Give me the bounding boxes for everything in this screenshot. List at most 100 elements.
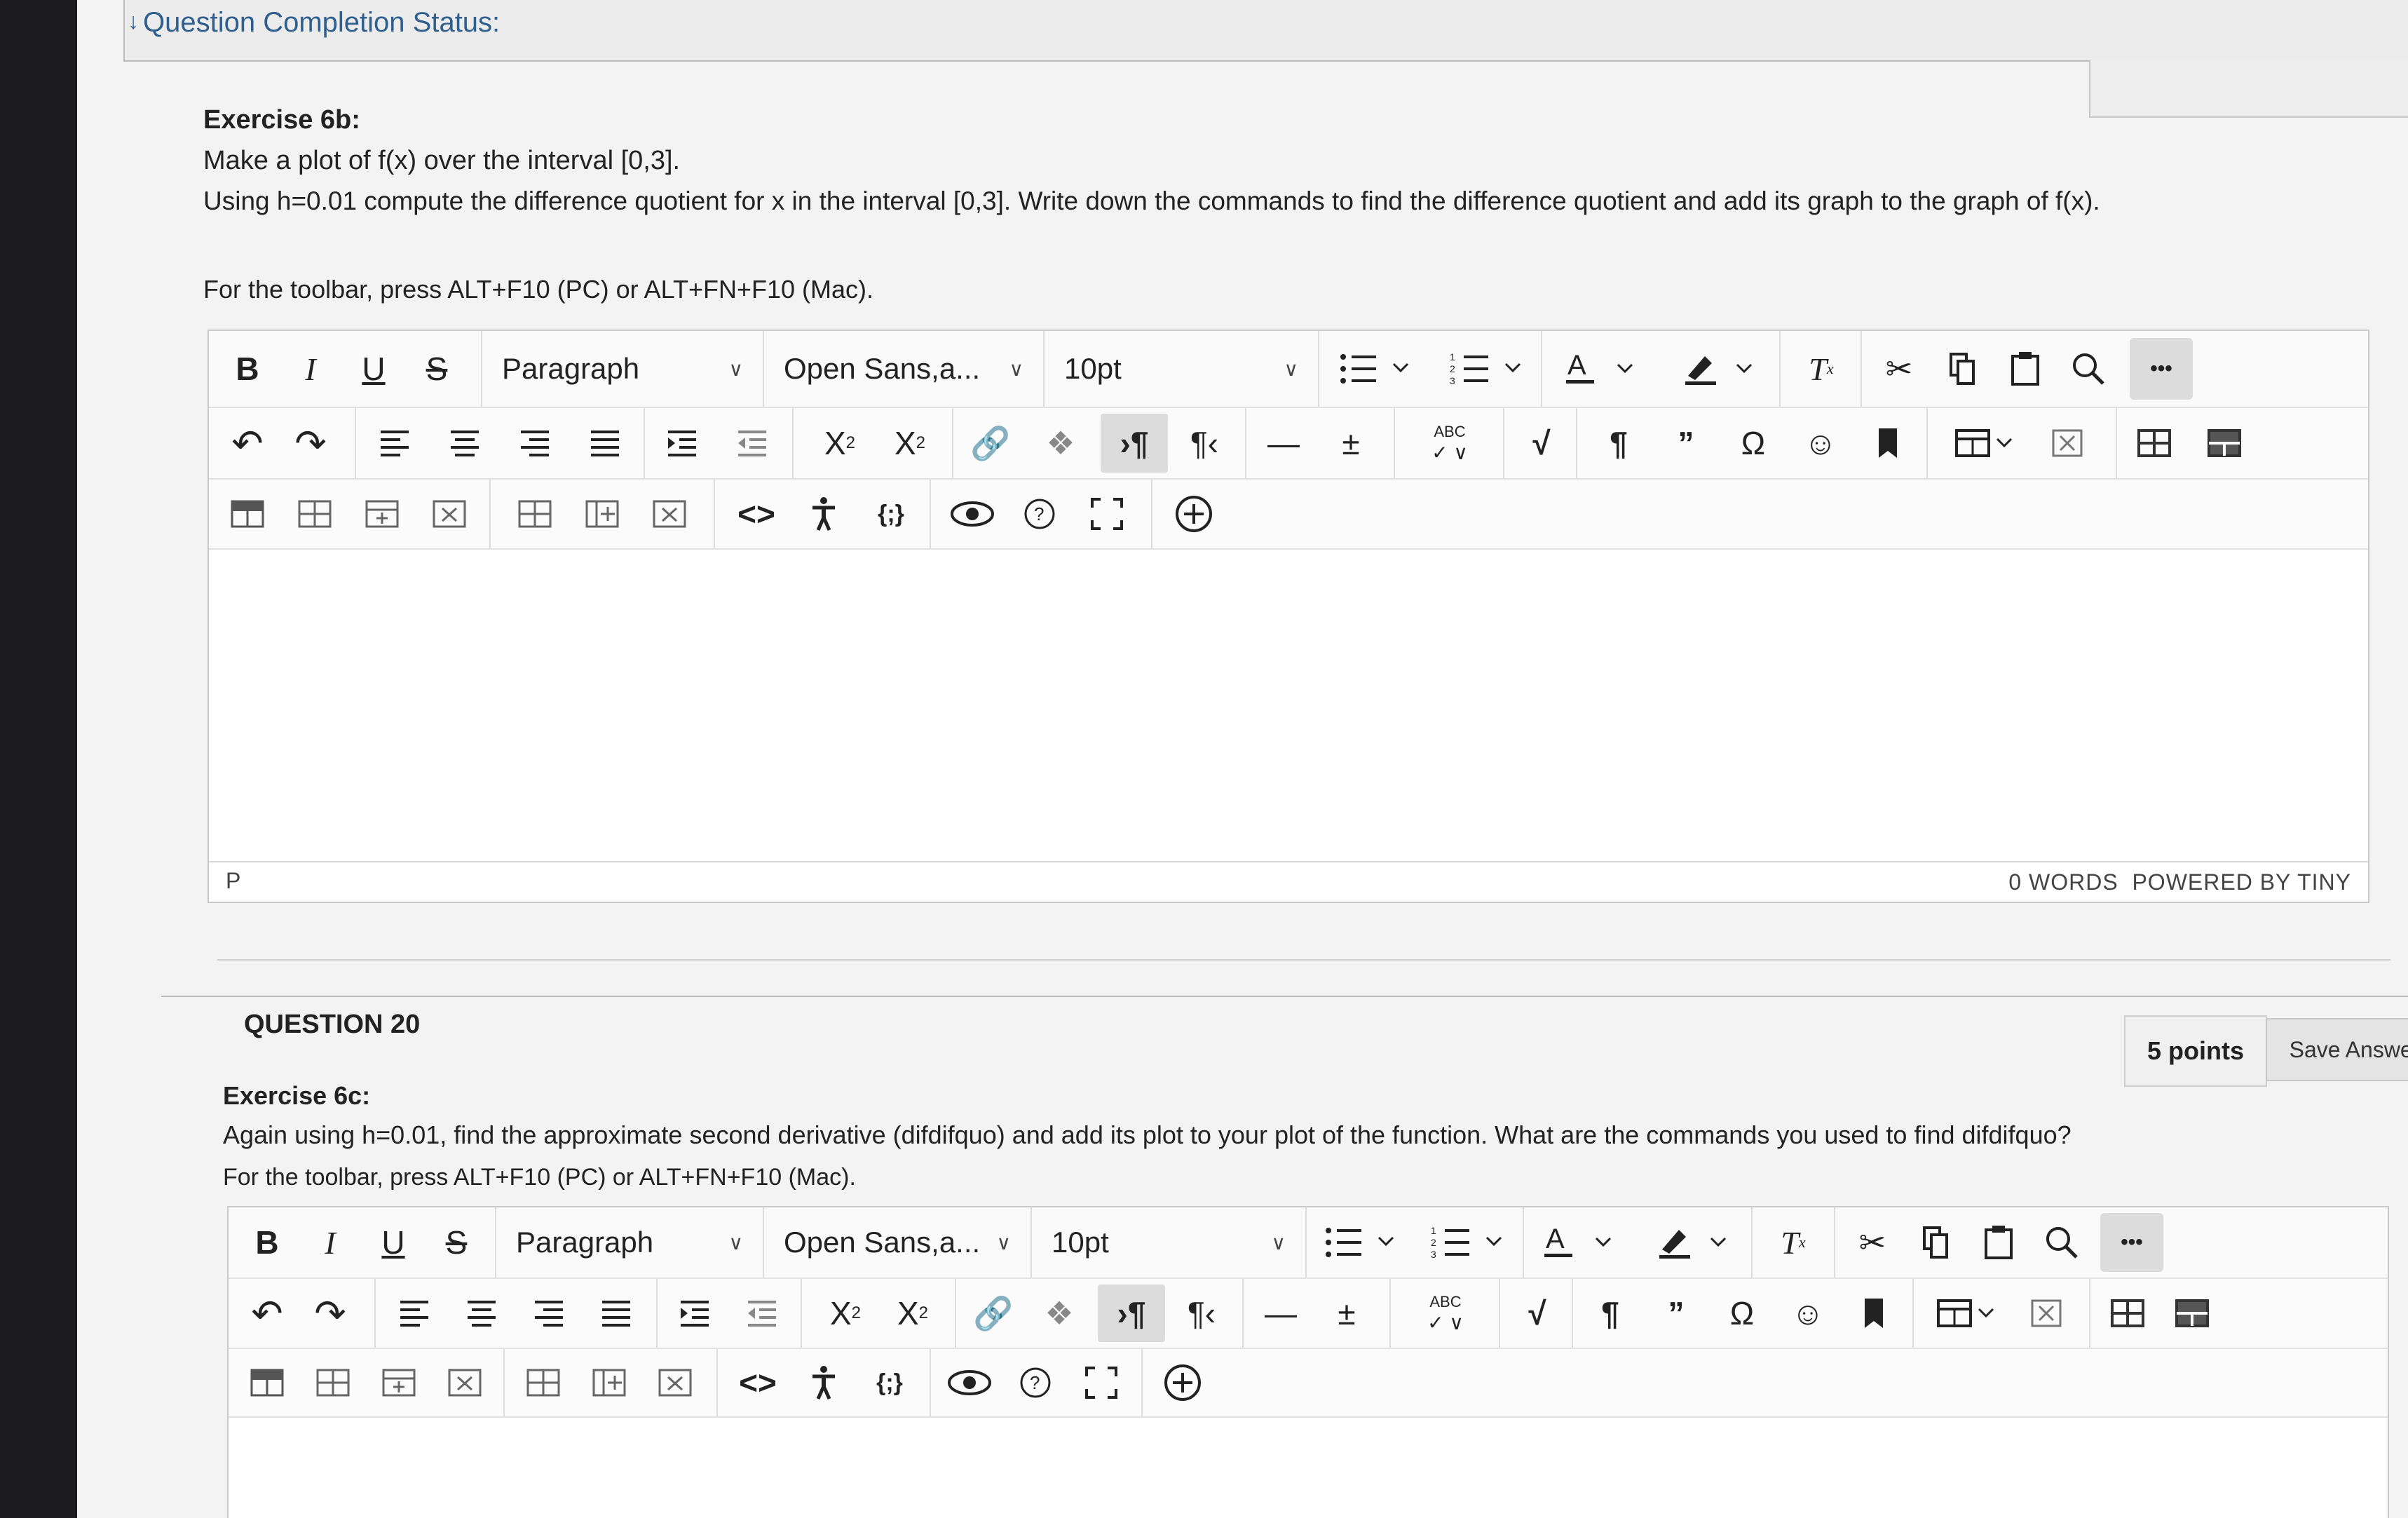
paste-icon[interactable] — [1967, 1207, 2030, 1278]
bullet-list-icon[interactable] — [1312, 1207, 1410, 1278]
highlight-icon[interactable] — [1667, 331, 1772, 407]
table-insert-row-before-icon[interactable] — [236, 1349, 299, 1416]
quote-icon[interactable]: ” — [1645, 1279, 1708, 1348]
underline-button[interactable]: U — [362, 1207, 425, 1278]
table-delete-row-icon[interactable] — [433, 1349, 496, 1416]
braces-icon[interactable]: {;} — [858, 1349, 921, 1416]
table-insert-row-after-icon[interactable] — [283, 480, 346, 548]
fullscreen-icon[interactable] — [1070, 1349, 1133, 1416]
quote-icon[interactable]: ” — [1654, 408, 1717, 478]
block-format-dropdown[interactable]: Paragraph ∨ — [482, 331, 763, 407]
code-icon[interactable]: <> — [726, 1349, 789, 1416]
table-delete-col-icon[interactable] — [638, 480, 701, 548]
table-insert-col-before-icon[interactable] — [503, 480, 566, 548]
more-button[interactable]: ••• — [2130, 338, 2193, 400]
align-center-icon[interactable] — [433, 408, 496, 478]
strikethrough-button[interactable]: S — [405, 331, 468, 407]
underline-button[interactable]: U — [342, 331, 405, 407]
copy-icon[interactable] — [1931, 331, 1994, 407]
table-cell-props-icon[interactable] — [2161, 1279, 2224, 1348]
rtl-icon[interactable]: ¶‹ — [1168, 1279, 1235, 1348]
table-icon[interactable] — [1938, 408, 2036, 478]
clear-formatting-icon[interactable]: Tx — [1758, 1207, 1828, 1278]
justify-icon[interactable] — [573, 408, 637, 478]
indent-icon[interactable] — [663, 1279, 726, 1348]
omega-icon[interactable]: Ω — [1710, 1279, 1774, 1348]
paragraph-icon[interactable]: ¶ — [1587, 408, 1650, 478]
save-answer-button[interactable]: Save Answer — [2266, 1018, 2408, 1081]
font-family-dropdown[interactable]: Open Sans,a... ∨ — [764, 331, 1043, 407]
table-cell-props-icon[interactable] — [2193, 408, 2256, 478]
redo-icon[interactable]: ↷ — [299, 1279, 362, 1348]
outdent-icon[interactable] — [730, 1279, 794, 1348]
clear-formatting-icon[interactable]: Tx — [1786, 331, 1856, 407]
align-right-icon[interactable] — [517, 1279, 580, 1348]
numbered-list-icon[interactable]: 123 — [1420, 1207, 1518, 1278]
link-icon[interactable]: 🔗 — [959, 408, 1022, 478]
fullscreen-icon[interactable] — [1075, 480, 1138, 548]
table-insert-col-after-icon[interactable] — [571, 480, 634, 548]
ltr-icon[interactable]: ›¶ — [1101, 414, 1168, 473]
hr-icon[interactable]: — — [1249, 1279, 1312, 1348]
add-icon[interactable] — [1162, 480, 1225, 548]
text-color-icon[interactable]: A — [1530, 1207, 1628, 1278]
element-path[interactable]: P — [226, 868, 240, 894]
unlink-icon[interactable]: ❖ — [1029, 408, 1092, 478]
add-icon[interactable] — [1151, 1349, 1214, 1416]
table-insert-col-icon[interactable] — [351, 480, 414, 548]
accessibility-icon[interactable] — [792, 1349, 855, 1416]
cut-icon[interactable]: ✂ — [1868, 331, 1931, 407]
bold-button[interactable]: B — [216, 331, 279, 407]
rtl-icon[interactable]: ¶‹ — [1171, 408, 1238, 478]
font-family-dropdown[interactable]: Open Sans,a... ∨ — [764, 1207, 1030, 1278]
superscript-icon[interactable]: X2 — [805, 408, 875, 478]
table-insert-col-after-icon[interactable] — [578, 1349, 641, 1416]
block-format-dropdown[interactable]: Paragraph ∨ — [496, 1207, 763, 1278]
table-row-props-icon[interactable] — [2096, 1279, 2159, 1348]
justify-icon[interactable] — [585, 1279, 648, 1348]
omega-icon[interactable]: Ω — [1722, 408, 1785, 478]
accessibility-icon[interactable] — [792, 480, 855, 548]
math-icon[interactable]: √ — [1506, 1279, 1569, 1348]
bookmark-icon[interactable] — [1856, 408, 1919, 478]
superscript-icon[interactable]: X2 — [810, 1279, 880, 1348]
unlink-icon[interactable]: ❖ — [1028, 1279, 1091, 1348]
paragraph-icon[interactable]: ¶ — [1579, 1279, 1642, 1348]
bookmark-icon[interactable] — [1842, 1279, 1905, 1348]
align-left-icon[interactable] — [383, 1279, 446, 1348]
outdent-icon[interactable] — [721, 408, 784, 478]
italic-button[interactable]: I — [279, 331, 342, 407]
more-button[interactable]: ••• — [2100, 1213, 2163, 1272]
spellcheck-icon[interactable]: ABC ✓ ∨ — [1401, 408, 1499, 478]
italic-button[interactable]: I — [299, 1207, 362, 1278]
eye-icon[interactable] — [941, 480, 1004, 548]
spellcheck-icon[interactable]: ABC ✓ ∨ — [1396, 1279, 1495, 1348]
paste-icon[interactable] — [1994, 331, 2057, 407]
subscript-icon[interactable]: X2 — [875, 408, 945, 478]
emoji-icon[interactable]: ☺ — [1776, 1279, 1839, 1348]
insert-icon[interactable]: ± — [1315, 1279, 1378, 1348]
help-icon[interactable]: ? — [1008, 480, 1071, 548]
question-completion-status[interactable]: ↓ Question Completion Status: — [123, 0, 2408, 62]
editor-content-area[interactable] — [229, 1418, 2388, 1518]
strikethrough-button[interactable]: S — [425, 1207, 488, 1278]
text-color-icon[interactable]: A — [1548, 331, 1653, 407]
table-delete-row-icon[interactable] — [418, 480, 481, 548]
table-insert-row-after-icon[interactable] — [301, 1349, 365, 1416]
insert-icon[interactable]: ± — [1319, 408, 1382, 478]
ltr-icon[interactable]: ›¶ — [1098, 1285, 1165, 1342]
braces-icon[interactable]: {;} — [859, 480, 923, 548]
subscript-icon[interactable]: X2 — [878, 1279, 948, 1348]
font-size-dropdown[interactable]: 10pt ∨ — [1032, 1207, 1305, 1278]
delete-table-icon[interactable] — [2015, 1279, 2078, 1348]
math-icon[interactable]: √ — [1510, 408, 1573, 478]
help-icon[interactable]: ? — [1004, 1349, 1067, 1416]
table-icon[interactable] — [1919, 1279, 2018, 1348]
editor-content-area[interactable] — [209, 550, 2368, 861]
table-delete-col-icon[interactable] — [644, 1349, 707, 1416]
eye-icon[interactable] — [938, 1349, 1001, 1416]
cut-icon[interactable]: ✂ — [1841, 1207, 1904, 1278]
redo-icon[interactable]: ↷ — [279, 408, 342, 478]
numbered-list-icon[interactable]: 123 — [1436, 331, 1541, 407]
highlight-icon[interactable] — [1645, 1207, 1743, 1278]
